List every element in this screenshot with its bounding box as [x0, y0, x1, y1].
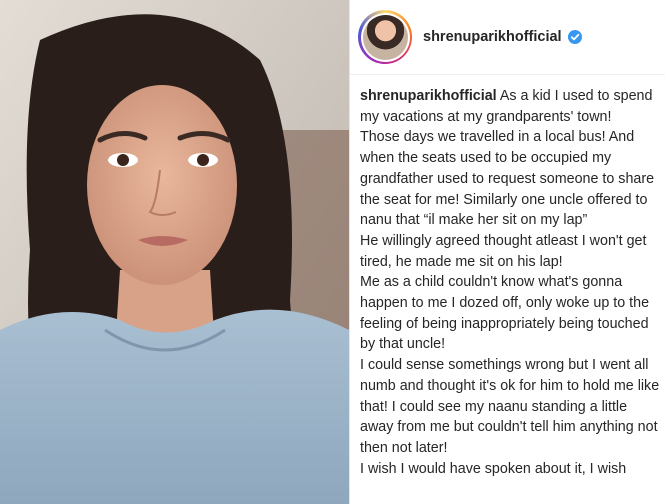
caption-paragraph: Me as a child couldn't know what's gonna…: [360, 274, 650, 353]
caption-paragraph: I could sense somethings wrong but I wen…: [360, 357, 660, 456]
caption-paragraph: Those days we travelled in a local bus! …: [360, 129, 655, 229]
username-link[interactable]: shrenuparikhofficial: [423, 29, 562, 45]
post-panel: shrenuparikhofficial shrenuparikhofficia…: [350, 0, 665, 504]
caption-paragraph: He willingly agreed thought atleast I wo…: [360, 232, 647, 270]
avatar[interactable]: [358, 10, 412, 64]
verified-badge-icon: [567, 30, 582, 44]
portrait-image: [0, 0, 349, 504]
post-header: shrenuparikhofficial: [350, 0, 665, 75]
post-photo: [0, 0, 349, 504]
caption-paragraph: I wish I would have spoken about it, I w…: [360, 460, 627, 477]
avatar-image: [362, 14, 408, 60]
post-caption: shrenuparikhofficial As a kid I used to …: [360, 86, 660, 479]
caption-first-paragraph: shrenuparikhofficial As a kid I used to …: [360, 86, 660, 127]
caption-username-link[interactable]: shrenuparikhofficial: [360, 88, 497, 104]
